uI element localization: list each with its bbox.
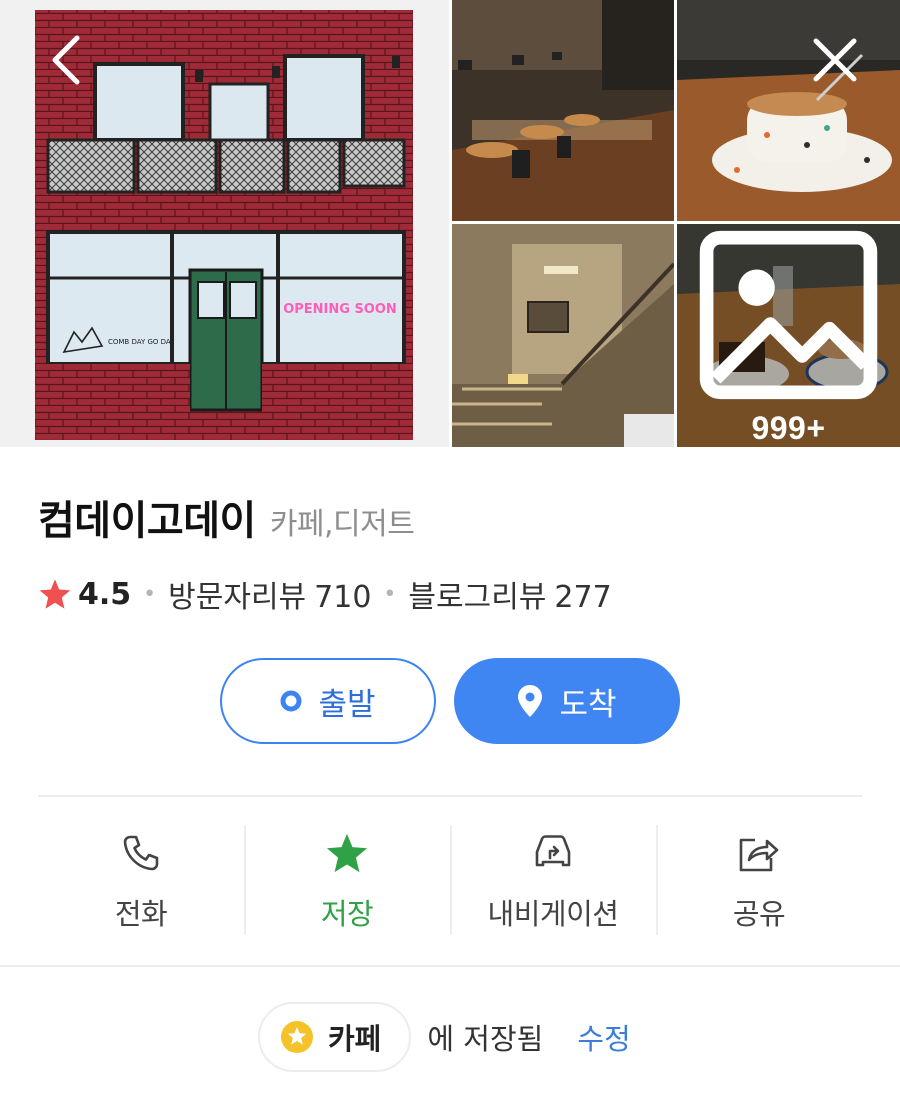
photo-gallery: OPENING SOON COMB DAY GO DAY 999+ — [0, 0, 900, 447]
save-button[interactable]: 저장 — [244, 825, 450, 937]
more-photos-overlay[interactable]: 999+ — [677, 224, 900, 447]
back-button[interactable] — [36, 30, 96, 90]
rating-review-row: 4.5 • 방문자리뷰 710 • 블로그리뷰 277 — [38, 572, 612, 616]
staircase-image — [452, 224, 674, 447]
car-navigation-icon — [530, 825, 576, 881]
window-text: COMB DAY GO DAY — [108, 338, 175, 346]
rating-star-icon — [38, 578, 72, 610]
save-label: 저장 — [320, 897, 374, 931]
folder-star-icon — [280, 1020, 314, 1054]
divider — [38, 795, 862, 797]
location-pin-icon — [517, 684, 543, 718]
close-icon — [813, 38, 857, 82]
call-button[interactable]: 전화 — [38, 825, 244, 937]
arrive-label: 도착 — [559, 686, 617, 723]
photo-staircase[interactable] — [452, 224, 674, 447]
photo-cafe-interior[interactable] — [452, 0, 674, 221]
blog-review-label: 블로그리뷰 — [408, 580, 547, 615]
folder-name: 카페 — [328, 1022, 382, 1056]
share-label: 공유 — [732, 897, 786, 931]
navigation-label: 내비게이션 — [487, 897, 619, 931]
coffee-cup-image — [677, 0, 900, 221]
rating-value: 4.5 — [78, 576, 132, 612]
image-gallery-icon — [699, 230, 878, 400]
star-filled-icon — [325, 825, 369, 881]
share-icon — [737, 825, 781, 881]
divider — [0, 965, 900, 967]
call-label: 전화 — [114, 897, 168, 931]
blog-review-count: 277 — [554, 580, 612, 615]
separator-dot: • — [143, 581, 157, 607]
photo-coffee-cup[interactable] — [677, 0, 900, 221]
edit-link[interactable]: 수정 — [577, 1016, 630, 1058]
depart-button[interactable]: 출발 — [220, 658, 436, 744]
share-button[interactable]: 공유 — [656, 825, 862, 937]
photo-more[interactable]: 999+ — [677, 224, 900, 447]
phone-icon — [121, 825, 161, 881]
close-button[interactable] — [805, 30, 865, 90]
visitor-review-count: 710 — [314, 580, 372, 615]
blog-reviews-link[interactable]: 블로그리뷰 277 — [408, 572, 611, 616]
saved-folder-chip[interactable]: 카페 — [258, 1002, 412, 1072]
place-name: 컴데이고데이 — [38, 498, 256, 544]
sign-text-1: OPENING SOON — [283, 302, 397, 317]
place-category: 카페,디저트 — [269, 507, 415, 542]
visitor-review-label: 방문자리뷰 — [168, 580, 307, 615]
saved-folder-row: 카페 에 저장됨 수정 — [258, 1002, 631, 1072]
cafe-interior-image — [452, 0, 674, 221]
place-title-row: 컴데이고데이 카페,디저트 — [38, 488, 415, 546]
navigation-button[interactable]: 내비게이션 — [450, 825, 656, 937]
separator-dot: • — [383, 581, 397, 607]
action-bar: 전화 저장 내비게이션 공유 — [38, 825, 862, 937]
depart-label: 출발 — [318, 686, 376, 723]
origin-dot-icon — [280, 690, 302, 712]
more-photos-count: 999+ — [751, 410, 826, 446]
chevron-left-icon — [52, 35, 80, 85]
saved-status-text: 에 저장됨 — [427, 1022, 544, 1056]
arrive-button[interactable]: 도착 — [454, 658, 680, 744]
visitor-reviews-link[interactable]: 방문자리뷰 710 — [168, 572, 371, 616]
